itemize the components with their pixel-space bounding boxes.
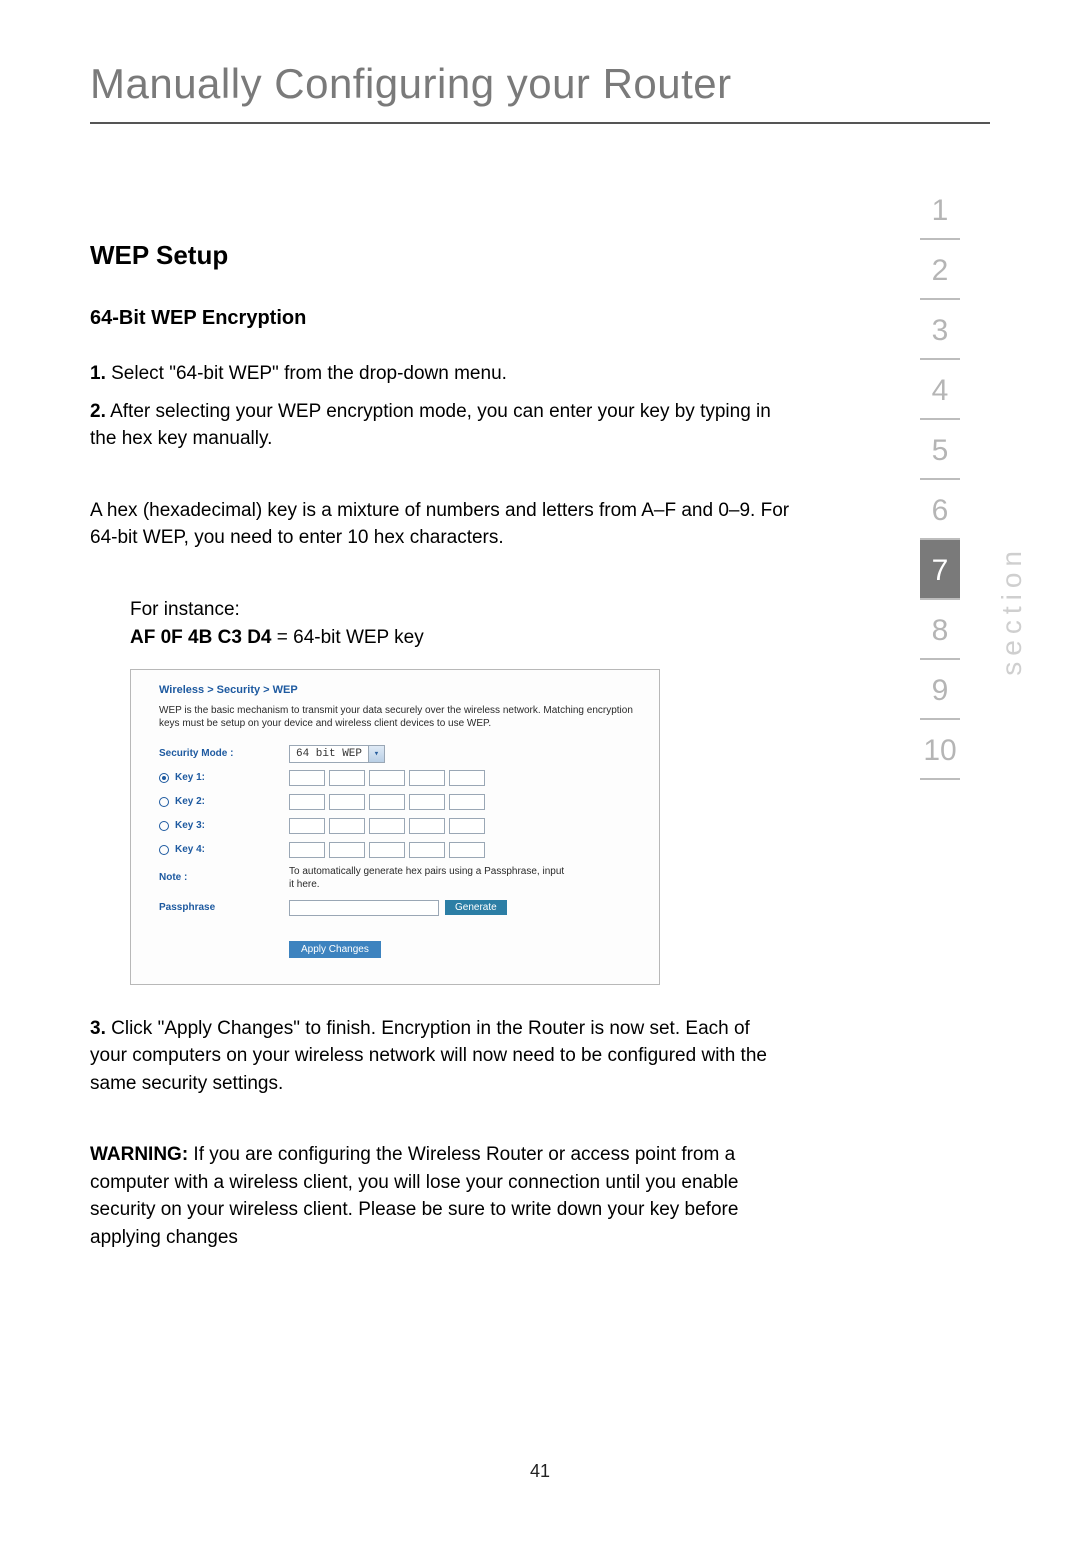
- warning-paragraph: WARNING: If you are configuring the Wire…: [90, 1141, 790, 1251]
- router-ui-panel: Wireless > Security > WEP WEP is the bas…: [130, 669, 660, 985]
- radio-key2[interactable]: [159, 797, 169, 807]
- note-text: To automatically generate hex pairs usin…: [289, 865, 569, 891]
- panel-description: WEP is the basic mechanism to transmit y…: [159, 704, 641, 731]
- passphrase-label: Passphrase: [159, 902, 289, 913]
- example-key-rest: = 64-bit WEP key: [271, 627, 423, 648]
- apply-changes-button[interactable]: Apply Changes: [289, 941, 381, 958]
- step-3-text: Click "Apply Changes" to finish. Encrypt…: [90, 1018, 767, 1094]
- example-key-bold: AF 0F 4B C3 D4: [130, 627, 271, 648]
- nav-3[interactable]: 3: [920, 300, 960, 360]
- key2-hex-1[interactable]: [289, 794, 325, 810]
- breadcrumb: Wireless > Security > WEP: [159, 684, 641, 696]
- nav-6[interactable]: 6: [920, 480, 960, 540]
- key3-hex-2[interactable]: [329, 818, 365, 834]
- step-2-text: After selecting your WEP encryption mode…: [90, 401, 771, 450]
- nav-9[interactable]: 9: [920, 660, 960, 720]
- key3-hex-5[interactable]: [449, 818, 485, 834]
- radio-key3[interactable]: [159, 821, 169, 831]
- step-1-num: 1.: [90, 363, 106, 384]
- step-2-num: 2.: [90, 401, 106, 422]
- title-rule: [90, 122, 990, 124]
- section-nav: 1 2 3 4 5 6 7 8 9 10: [910, 180, 970, 780]
- page-number: 41: [0, 1461, 1080, 1482]
- key3-label[interactable]: Key 3:: [159, 820, 289, 831]
- security-mode-label: Security Mode :: [159, 748, 289, 759]
- page-title: Manually Configuring your Router: [90, 60, 990, 108]
- key4-hex-4[interactable]: [409, 842, 445, 858]
- key2-hex-3[interactable]: [369, 794, 405, 810]
- security-mode-value: 64 bit WEP: [290, 747, 368, 761]
- step-3-num: 3.: [90, 1018, 106, 1039]
- hex-explanation: A hex (hexadecimal) key is a mixture of …: [90, 497, 790, 552]
- key3-hex-1[interactable]: [289, 818, 325, 834]
- key2-hex-5[interactable]: [449, 794, 485, 810]
- nav-2[interactable]: 2: [920, 240, 960, 300]
- radio-key1[interactable]: [159, 773, 169, 783]
- key1-hex-5[interactable]: [449, 770, 485, 786]
- nav-10[interactable]: 10: [920, 720, 960, 780]
- heading-64bit-wep: 64-Bit WEP Encryption: [90, 307, 790, 330]
- warning-text: If you are configuring the Wireless Rout…: [90, 1144, 738, 1248]
- key4-hex-2[interactable]: [329, 842, 365, 858]
- key2-label[interactable]: Key 2:: [159, 796, 289, 807]
- step-2: 2. After selecting your WEP encryption m…: [90, 398, 790, 453]
- key4-hex-5[interactable]: [449, 842, 485, 858]
- heading-wep-setup: WEP Setup: [90, 240, 790, 271]
- key3-hex-4[interactable]: [409, 818, 445, 834]
- example-key: AF 0F 4B C3 D4 = 64-bit WEP key: [130, 624, 790, 653]
- key3-hex-3[interactable]: [369, 818, 405, 834]
- nav-4[interactable]: 4: [920, 360, 960, 420]
- security-mode-select[interactable]: 64 bit WEP ▾: [289, 745, 385, 763]
- passphrase-input[interactable]: [289, 900, 439, 916]
- key4-hex-3[interactable]: [369, 842, 405, 858]
- nav-7[interactable]: 7: [920, 540, 960, 600]
- key2-hex-4[interactable]: [409, 794, 445, 810]
- key2-hex-2[interactable]: [329, 794, 365, 810]
- nav-1[interactable]: 1: [920, 180, 960, 240]
- step-3: 3. Click "Apply Changes" to finish. Encr…: [90, 1015, 790, 1098]
- nav-8[interactable]: 8: [920, 600, 960, 660]
- radio-key4[interactable]: [159, 845, 169, 855]
- step-1: 1. Select "64-bit WEP" from the drop-dow…: [90, 360, 790, 388]
- example-lead: For instance:: [130, 596, 790, 625]
- chevron-down-icon: ▾: [368, 746, 384, 762]
- step-1-text: Select "64-bit WEP" from the drop-down m…: [106, 363, 507, 384]
- warning-label: WARNING:: [90, 1144, 188, 1165]
- key4-hex-1[interactable]: [289, 842, 325, 858]
- section-label: section: [996, 545, 1028, 676]
- nav-5[interactable]: 5: [920, 420, 960, 480]
- key4-label[interactable]: Key 4:: [159, 844, 289, 855]
- note-label: Note :: [159, 872, 289, 883]
- generate-button[interactable]: Generate: [445, 900, 507, 915]
- key1-label[interactable]: Key 1:: [159, 772, 289, 783]
- key1-hex-3[interactable]: [369, 770, 405, 786]
- key1-hex-2[interactable]: [329, 770, 365, 786]
- key1-hex-4[interactable]: [409, 770, 445, 786]
- key1-hex-1[interactable]: [289, 770, 325, 786]
